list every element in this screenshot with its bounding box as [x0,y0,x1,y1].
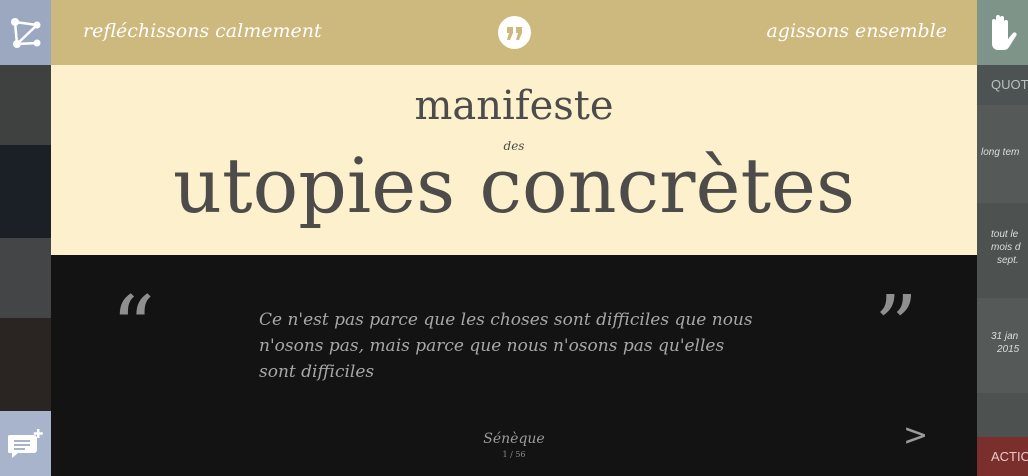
page-title: utopies concrètes [173,141,855,230]
hand-icon [991,14,1017,50]
title-manifeste: manifeste [414,83,614,129]
right-sidebar: QUOT long tem tout le mois d sept. 31 ja… [977,0,1028,476]
background-thumbnail [0,145,51,238]
tab-quotes[interactable]: QUOT [977,65,1028,105]
background-thumbnail [0,238,51,318]
list-item-text: tout le [991,229,1019,240]
list-item-text: long tem [981,147,1020,158]
list-item-text: 31 jan [991,331,1019,342]
network-button[interactable] [0,0,51,65]
list-item-text: mois d [991,242,1021,253]
list-item-text: sept. [997,255,1019,266]
quote-icon [506,26,522,40]
title-block: manifeste des utopies concrètes [51,65,977,255]
left-sidebar [0,0,51,476]
add-comment-icon [7,428,43,458]
quote-section: “ Ce n'est pas parce que les choses sont… [51,255,977,476]
tagline-right: agissons ensemble [766,20,947,42]
list-item[interactable]: 31 jan 2015 [977,298,1028,393]
list-item[interactable]: tout le mois d sept. [977,203,1028,298]
background-thumbnail [0,65,51,145]
add-comment-button[interactable] [0,411,51,476]
close-quote-mark: ” [874,278,918,378]
next-quote-button[interactable]: > [903,421,928,451]
open-quote-mark: “ [111,278,155,378]
tagline-left: refléchissons calmement [83,20,322,42]
quote-author: Sénèque [483,431,545,447]
action-button[interactable]: ACTIO [977,437,1028,476]
list-item[interactable] [977,393,1028,437]
header-bar: refléchissons calmement agissons ensembl… [51,0,977,65]
act-button[interactable] [977,0,1028,65]
network-icon [10,17,40,48]
quote-text: Ce n'est pas parce que les choses sont d… [259,310,753,382]
list-item[interactable]: long tem [977,105,1028,203]
manifesto-panel: refléchissons calmement agissons ensembl… [51,0,977,476]
list-item-text: 2015 [997,344,1020,355]
background-thumbnail [0,318,51,411]
page-counter: 1 / 56 [502,450,526,459]
quote-badge[interactable] [498,16,531,49]
